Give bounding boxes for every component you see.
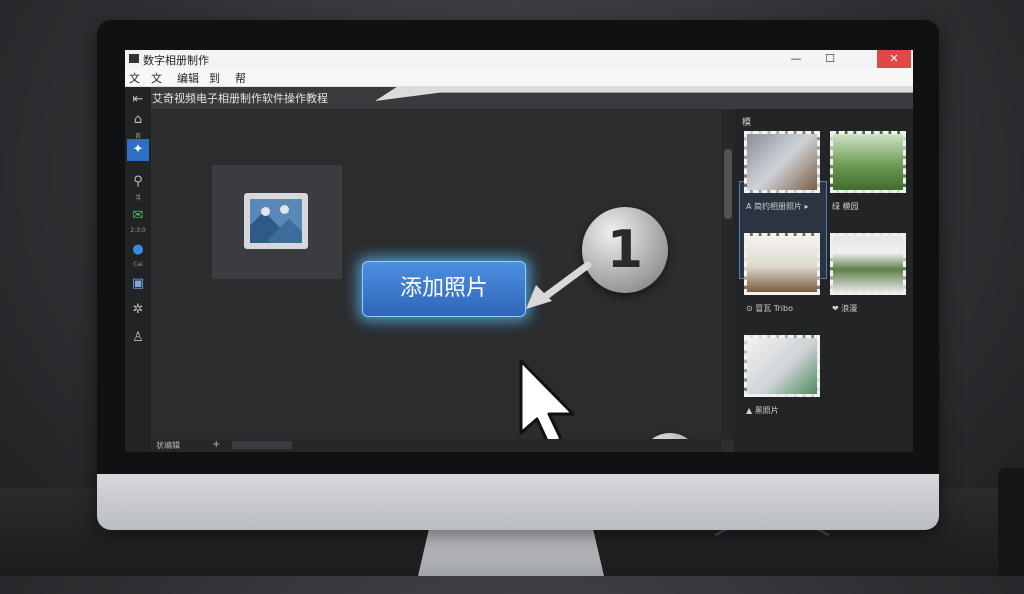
thumbnail-image — [744, 131, 820, 193]
sidebar-label-mail: 2:3:0 — [130, 227, 146, 234]
thumbnail-image — [830, 233, 906, 295]
person-icon[interactable]: ♙ — [127, 327, 149, 349]
thumbnail-label: ❤ 浪漫 — [832, 304, 858, 313]
close-button[interactable]: ✕ — [877, 50, 911, 68]
storyboard-label: 状编辑 — [156, 441, 180, 450]
screen: 数字相册制作 — ☐ ✕ 文 文 编辑 到 帮 艾奇视频电子相册制作软件操作教程… — [125, 50, 913, 452]
minimize-button[interactable]: — — [779, 50, 813, 68]
star-icon[interactable]: ✦ — [127, 139, 149, 161]
timeline-slider[interactable] — [232, 441, 292, 449]
template-panel: 模 A 简约相册照片 ▸ 绿 模园 ⊙ 冒瓦 Tribo ❤ 浪漫 ▲ 黑照片 — [734, 109, 913, 452]
photo-placeholder[interactable] — [212, 165, 342, 279]
home-icon[interactable]: ⌂ — [127, 109, 149, 131]
menu-item-file2[interactable]: 文 — [151, 70, 162, 86]
monitor-stand — [418, 528, 604, 576]
window-title: 数字相册制作 — [143, 54, 209, 67]
title-bar: 数字相册制作 — ☐ ✕ — [125, 50, 913, 68]
globe-icon[interactable]: ● — [127, 239, 149, 261]
main-workspace: 添加照片 1 2 — [152, 109, 722, 452]
mail-icon[interactable]: ✉ — [127, 205, 149, 227]
thumbnail-label: ▲ 黑照片 — [746, 406, 779, 415]
menu-bar: 文 文 编辑 到 帮 — [125, 68, 913, 87]
thumbnail-image — [744, 233, 820, 295]
cable — [700, 520, 844, 594]
menu-item-edit[interactable]: 编辑 — [177, 70, 199, 86]
thumbnail-label: 绿 模园 — [832, 202, 859, 211]
magnifier-icon[interactable]: ⚲ — [127, 171, 149, 193]
apple-logo-icon — [502, 487, 530, 515]
speaker — [998, 468, 1024, 576]
app-icon — [129, 54, 139, 63]
panel-title: 模 — [742, 118, 752, 128]
image-icon — [244, 193, 308, 249]
thumbnail-label: A 简约相册照片 ▸ — [746, 202, 809, 211]
sidebar-label-globe: Cai — [133, 261, 143, 268]
menu-item-file[interactable]: 文 — [129, 70, 140, 86]
scroll-thumb[interactable] — [724, 149, 732, 219]
mouse-cursor-icon — [519, 359, 575, 447]
step-1-badge: 1 — [582, 207, 668, 293]
maximize-button[interactable]: ☐ — [813, 50, 847, 68]
menu-item-goto[interactable]: 到 — [209, 70, 220, 86]
thumbnail-image — [744, 335, 820, 397]
bottom-bar: 状编辑 + — [152, 439, 722, 452]
back-icon[interactable]: ⇤ — [127, 89, 149, 111]
gear-icon[interactable]: ✲ — [127, 299, 149, 321]
sidebar-label-search: 寻 — [134, 195, 141, 202]
menu-item-help[interactable]: 帮 — [235, 70, 246, 86]
add-photo-button[interactable]: 添加照片 — [362, 261, 526, 317]
monitor-icon[interactable]: ▣ — [127, 273, 149, 295]
thumbnail-label: ⊙ 冒瓦 Tribo — [746, 304, 793, 313]
thumbnail-image — [830, 131, 906, 193]
main-scrollbar[interactable] — [722, 109, 734, 439]
breadcrumb: 艾奇视频电子相册制作软件操作教程 — [152, 92, 328, 105]
step-1-arrow-icon — [526, 261, 592, 309]
add-track-button[interactable]: + — [212, 439, 220, 450]
left-sidebar: ⇤ ⌂ 首 ✦ ⚲ 寻 ✉ 2:3:0 ● Cai ▣ ✲ ♙ — [125, 87, 151, 452]
